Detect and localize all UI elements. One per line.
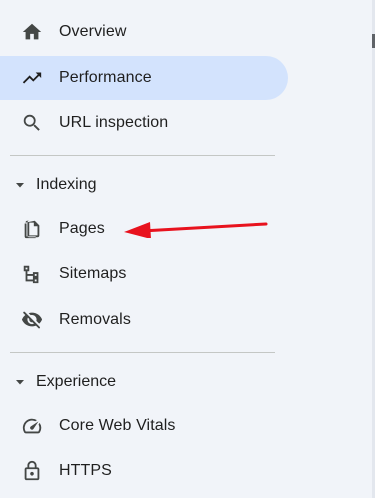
pages-icon (20, 217, 44, 241)
sitemap-icon (20, 262, 44, 286)
section-divider (10, 155, 275, 156)
caret-down-icon (14, 376, 26, 388)
sidebar-item-performance[interactable]: Performance (0, 56, 288, 100)
section-divider (10, 352, 275, 353)
sidebar-item-url-inspection[interactable]: URL inspection (0, 101, 288, 145)
speed-gauge-icon (20, 414, 44, 438)
sidebar-item-label: HTTPS (59, 462, 112, 479)
red-arrow-annotation (124, 222, 268, 238)
sidebar-item-label: URL inspection (59, 114, 169, 131)
home-icon (20, 20, 44, 44)
sidebar-item-core-web-vitals[interactable]: Core Web Vitals (0, 404, 288, 448)
sidebar-item-sitemaps[interactable]: Sitemaps (0, 252, 288, 296)
sidebar-item-label: Overview (59, 23, 127, 40)
section-header-experience[interactable]: Experience (0, 367, 270, 397)
search-icon (20, 111, 44, 135)
sidebar-item-label: Performance (59, 69, 152, 86)
sidebar-item-label: Sitemaps (59, 265, 127, 282)
lock-icon (20, 459, 44, 483)
sidebar-item-https[interactable]: HTTPS (0, 449, 288, 493)
section-header-label: Indexing (36, 176, 97, 193)
sidebar-item-label: Pages (59, 220, 105, 237)
sidebar-item-label: Core Web Vitals (59, 417, 176, 434)
section-header-indexing[interactable]: Indexing (0, 170, 270, 200)
sidebar-item-overview[interactable]: Overview (0, 10, 288, 54)
visibility-off-icon (20, 308, 44, 332)
trending-up-icon (20, 66, 44, 90)
caret-down-icon (14, 179, 26, 191)
sidebar-item-label: Removals (59, 311, 131, 328)
sidebar-item-removals[interactable]: Removals (0, 298, 288, 342)
section-header-label: Experience (36, 373, 117, 390)
